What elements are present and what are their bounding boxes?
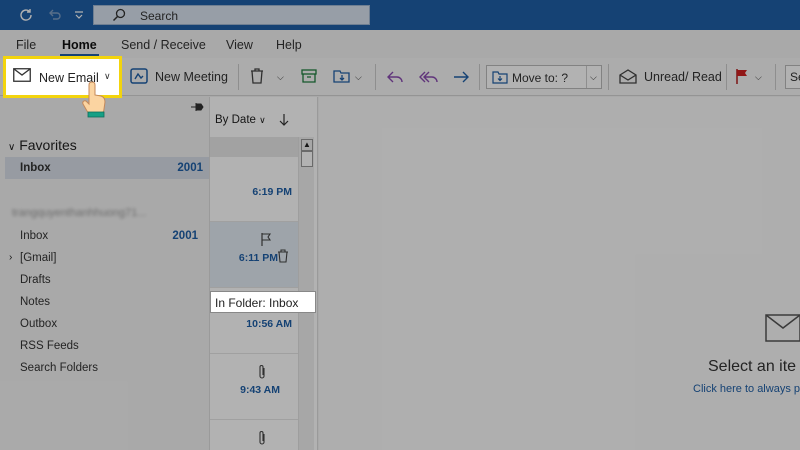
sidebar-item-label: Notes bbox=[20, 296, 51, 308]
favorites-label: Favorites bbox=[19, 137, 77, 153]
date-group-header bbox=[210, 137, 300, 157]
forward-icon[interactable] bbox=[452, 66, 470, 88]
calendar-icon bbox=[130, 67, 148, 88]
sort-label: By Date bbox=[215, 114, 256, 126]
customize-toolbar-icon[interactable] bbox=[70, 6, 88, 24]
chevron-down-icon: ∨ bbox=[259, 115, 266, 125]
pin-icon[interactable] bbox=[190, 100, 204, 114]
favorites-inbox-count: 2001 bbox=[177, 162, 203, 174]
pointing-hand-icon bbox=[80, 80, 114, 118]
attachment-icon bbox=[257, 430, 267, 449]
title-bar: Search bbox=[0, 0, 800, 30]
sidebar-item-rss-feeds[interactable]: RSS Feeds bbox=[0, 337, 209, 359]
archive-button[interactable] bbox=[301, 66, 317, 88]
unread-read-label: Unread/ Read bbox=[644, 70, 722, 84]
tab-view[interactable]: View bbox=[226, 38, 253, 52]
reply-icon[interactable] bbox=[386, 66, 404, 88]
search-input[interactable]: Search bbox=[93, 5, 370, 25]
sidebar-item-search-folders[interactable]: Search Folders bbox=[0, 359, 209, 381]
trash-icon bbox=[249, 67, 265, 88]
sidebar-item-label: RSS Feeds bbox=[20, 340, 79, 352]
message-time: 9:43 AM bbox=[240, 384, 280, 396]
chevron-down-icon: ∨ bbox=[8, 142, 16, 153]
move-button[interactable]: ⌵ bbox=[333, 66, 362, 88]
tab-file[interactable]: File bbox=[16, 38, 36, 52]
search-placeholder: Search bbox=[140, 9, 179, 23]
sidebar-item-drafts[interactable]: Drafts bbox=[0, 271, 209, 293]
chevron-down-icon: ⌵ bbox=[277, 71, 284, 82]
delete-button[interactable]: ⌵ bbox=[249, 66, 284, 88]
new-meeting-button[interactable]: New Meeting bbox=[130, 66, 228, 88]
sidebar-item-label: Inbox bbox=[20, 230, 49, 242]
envelope-open-icon bbox=[619, 68, 637, 87]
folder-move-icon bbox=[333, 68, 351, 87]
menu-bar: File Home Send / Receive View Help bbox=[0, 30, 800, 58]
sidebar-item-count: 2001 bbox=[172, 230, 198, 242]
search-icon bbox=[112, 8, 126, 22]
sidebar-item-label: [Gmail] bbox=[20, 252, 57, 264]
list-item[interactable] bbox=[210, 420, 300, 450]
trash-icon[interactable] bbox=[277, 249, 289, 266]
envelope-icon bbox=[13, 68, 31, 85]
tab-home[interactable]: Home bbox=[60, 38, 99, 57]
sort-direction-icon[interactable] bbox=[279, 113, 289, 130]
flag-icon[interactable] bbox=[260, 232, 272, 249]
select-item-text: Select an ite bbox=[708, 358, 797, 375]
ribbon-divider bbox=[479, 64, 480, 90]
attachment-icon bbox=[257, 364, 267, 383]
envelope-icon bbox=[765, 314, 800, 342]
undo-icon[interactable] bbox=[45, 6, 63, 24]
sidebar-item-inbox[interactable]: Inbox 2001 bbox=[0, 227, 209, 249]
sort-bar: By Date ∨ bbox=[210, 109, 319, 129]
chevron-down-icon[interactable]: ⌵ bbox=[586, 66, 601, 88]
message-time: 6:19 PM bbox=[252, 186, 292, 198]
message-time: 10:56 AM bbox=[246, 318, 292, 330]
sidebar-item-label: Drafts bbox=[20, 274, 51, 286]
sidebar-item-outbox[interactable]: Outbox bbox=[0, 315, 209, 337]
chevron-down-icon: ⌵ bbox=[755, 71, 762, 82]
scroll-thumb[interactable] bbox=[301, 151, 313, 167]
sidebar-item-notes[interactable]: Notes bbox=[0, 293, 209, 315]
favorites-header[interactable]: ∨ Favorites bbox=[8, 137, 77, 153]
chevron-right-icon[interactable]: › bbox=[9, 252, 12, 263]
tab-help[interactable]: Help bbox=[276, 38, 302, 52]
folder-pane: ∨ Favorites Inbox 2001 trangquyenthanhhu… bbox=[0, 97, 209, 450]
favorites-inbox-label: Inbox bbox=[20, 162, 51, 174]
move-to-label: Move to: ? bbox=[512, 71, 569, 85]
favorites-inbox[interactable]: Inbox 2001 bbox=[5, 157, 209, 179]
list-item[interactable]: 9:43 AM bbox=[210, 354, 300, 420]
sync-icon[interactable] bbox=[17, 6, 35, 24]
list-item[interactable]: 6:19 PM bbox=[210, 157, 300, 222]
folder-tooltip: In Folder: Inbox bbox=[210, 291, 316, 313]
ribbon-divider bbox=[775, 64, 776, 90]
archive-icon bbox=[301, 68, 317, 87]
message-time: 6:11 PM bbox=[238, 252, 278, 264]
sidebar-item-label: Search Folders bbox=[20, 362, 98, 374]
flag-icon bbox=[735, 68, 749, 87]
ribbon-divider bbox=[726, 64, 727, 90]
unread-read-button[interactable]: Unread/ Read bbox=[619, 66, 722, 88]
search-people-input[interactable]: Se bbox=[785, 65, 800, 89]
always-preview-link[interactable]: Click here to always pr bbox=[693, 383, 800, 395]
sidebar-item-gmail[interactable]: › [Gmail] bbox=[0, 249, 209, 271]
list-item[interactable]: 6:11 PM bbox=[210, 222, 300, 288]
new-meeting-label: New Meeting bbox=[155, 70, 228, 84]
sort-by-date[interactable]: By Date ∨ bbox=[215, 114, 266, 126]
ribbon-divider bbox=[238, 64, 239, 90]
scroll-up-icon[interactable]: ▲ bbox=[301, 139, 313, 151]
folder-move-icon bbox=[492, 70, 508, 87]
chevron-down-icon: ⌵ bbox=[355, 71, 362, 82]
tab-send-receive[interactable]: Send / Receive bbox=[121, 38, 206, 52]
sidebar-item-label: Outbox bbox=[20, 318, 58, 330]
account-name[interactable]: trangquyenthanhhuong71... bbox=[12, 207, 192, 219]
reply-all-icon[interactable] bbox=[419, 66, 439, 88]
flag-button[interactable]: ⌵ bbox=[735, 66, 762, 88]
reading-pane bbox=[319, 97, 800, 450]
ribbon-divider bbox=[608, 64, 609, 90]
ribbon-divider bbox=[375, 64, 376, 90]
move-to-dropdown[interactable]: Move to: ? ⌵ bbox=[486, 65, 602, 89]
